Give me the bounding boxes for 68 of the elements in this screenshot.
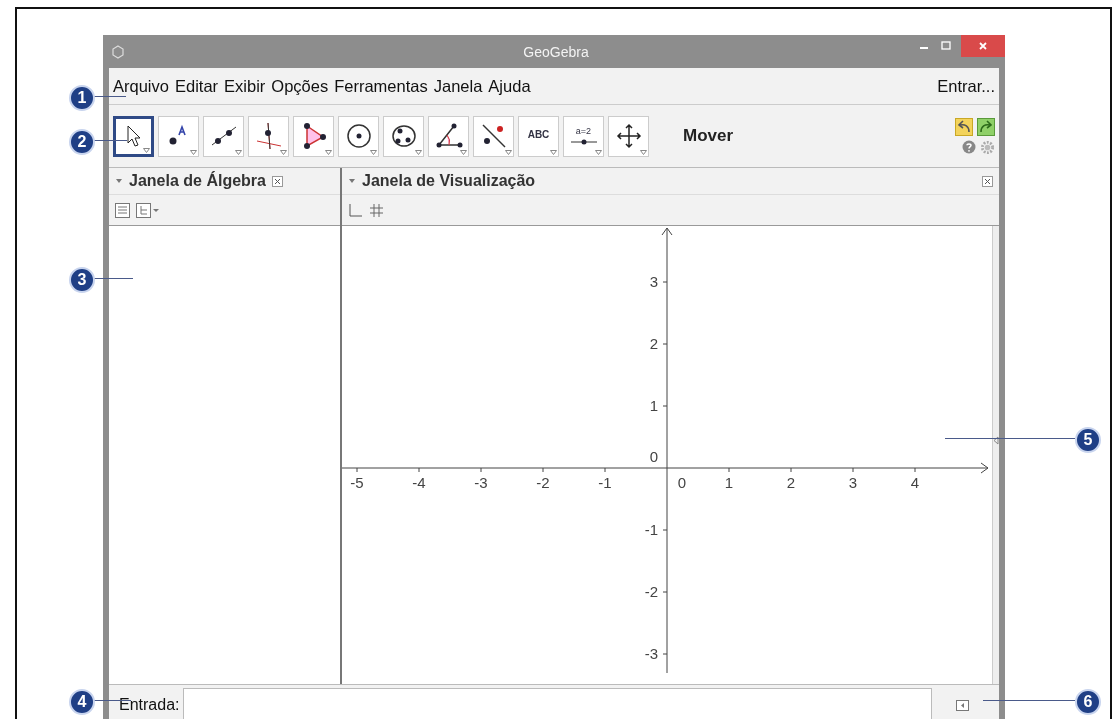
callout-number: 3 bbox=[69, 267, 95, 293]
menu-item[interactable]: Exibir bbox=[224, 76, 266, 96]
tick-label: -3 bbox=[644, 645, 658, 662]
dropdown-arrow-icon bbox=[640, 149, 647, 155]
redo-icon[interactable] bbox=[977, 117, 995, 136]
tick-label: -1 bbox=[644, 521, 658, 538]
close-icon[interactable] bbox=[982, 175, 993, 187]
callout-number: 6 bbox=[1075, 689, 1101, 715]
dropdown-arrow-icon bbox=[505, 149, 512, 155]
dropdown-arrow-icon bbox=[595, 149, 602, 155]
tool-name: Mover bbox=[683, 126, 734, 146]
tick-label: -1 bbox=[598, 474, 612, 491]
callout-number: 1 bbox=[69, 85, 95, 111]
collapse-icon[interactable] bbox=[115, 178, 123, 184]
dropdown-arrow-icon bbox=[280, 149, 287, 155]
callout-number: 5 bbox=[1075, 427, 1101, 453]
tick-label: 1 bbox=[649, 397, 658, 414]
dropdown-arrow-icon bbox=[143, 147, 150, 153]
tick-label: -2 bbox=[536, 474, 550, 491]
slider-icon bbox=[571, 138, 597, 145]
dropdown-arrow-icon bbox=[550, 149, 557, 155]
list-icon[interactable] bbox=[115, 202, 130, 218]
tool-button[interactable]: ABC bbox=[518, 115, 559, 157]
tick-label: 0 bbox=[649, 448, 658, 465]
dropdown-arrow-icon bbox=[415, 149, 422, 155]
dropdown-arrow-icon bbox=[370, 149, 377, 155]
menu-item[interactable]: Editar bbox=[174, 76, 219, 96]
tick-label: 0 bbox=[677, 474, 687, 491]
collapse-icon[interactable] bbox=[348, 178, 356, 184]
app-icon bbox=[111, 44, 125, 59]
tick-label: 4 bbox=[910, 474, 920, 491]
tick-label: 1 bbox=[724, 474, 734, 491]
menu-item[interactable]: Ferramentas bbox=[334, 76, 428, 96]
menu-item[interactable]: Arquivo bbox=[113, 76, 169, 96]
input-label: Entrada: bbox=[119, 696, 180, 714]
tick-label: 2 bbox=[786, 474, 796, 491]
callout-number: 4 bbox=[69, 689, 95, 715]
login-link[interactable]: Entrar... bbox=[937, 76, 995, 96]
tick-label: 2 bbox=[649, 335, 658, 352]
dropdown-arrow-icon bbox=[325, 149, 332, 155]
tick-label: 3 bbox=[649, 273, 658, 290]
close-icon bbox=[978, 41, 988, 51]
dropdown-arrow-icon bbox=[190, 149, 197, 155]
menu-item[interactable]: Ajuda bbox=[488, 76, 531, 96]
menu-item[interactable]: Janela bbox=[433, 76, 483, 96]
menu-item[interactable]: Opções bbox=[271, 76, 329, 96]
grid-icon[interactable] bbox=[369, 202, 384, 218]
input-field[interactable] bbox=[183, 688, 932, 719]
tick-label: -2 bbox=[644, 583, 658, 600]
close-icon[interactable] bbox=[271, 175, 283, 187]
tick-label: -4 bbox=[412, 474, 426, 491]
panel-title: Janela de Álgebra bbox=[129, 172, 266, 190]
tool-button[interactable]: a=2 bbox=[563, 115, 604, 157]
expand-icon[interactable] bbox=[993, 435, 999, 445]
tree-icon[interactable] bbox=[136, 202, 160, 218]
help-icon[interactable] bbox=[962, 140, 976, 154]
dropdown-arrow-icon bbox=[235, 149, 242, 155]
callout-number: 2 bbox=[69, 129, 95, 155]
tick-label: -3 bbox=[474, 474, 488, 491]
tick-label: -5 bbox=[350, 474, 364, 491]
tick-label: 3 bbox=[848, 474, 858, 491]
window-title: GeoGebra bbox=[522, 43, 590, 60]
tool-button[interactable] bbox=[113, 115, 154, 157]
panel-title: Janela de Visualização bbox=[362, 172, 536, 190]
dropdown-arrow-icon bbox=[460, 149, 467, 155]
keyboard-toggle-icon[interactable] bbox=[956, 699, 969, 711]
close-button[interactable] bbox=[961, 35, 1005, 57]
undo-icon[interactable] bbox=[955, 117, 973, 136]
